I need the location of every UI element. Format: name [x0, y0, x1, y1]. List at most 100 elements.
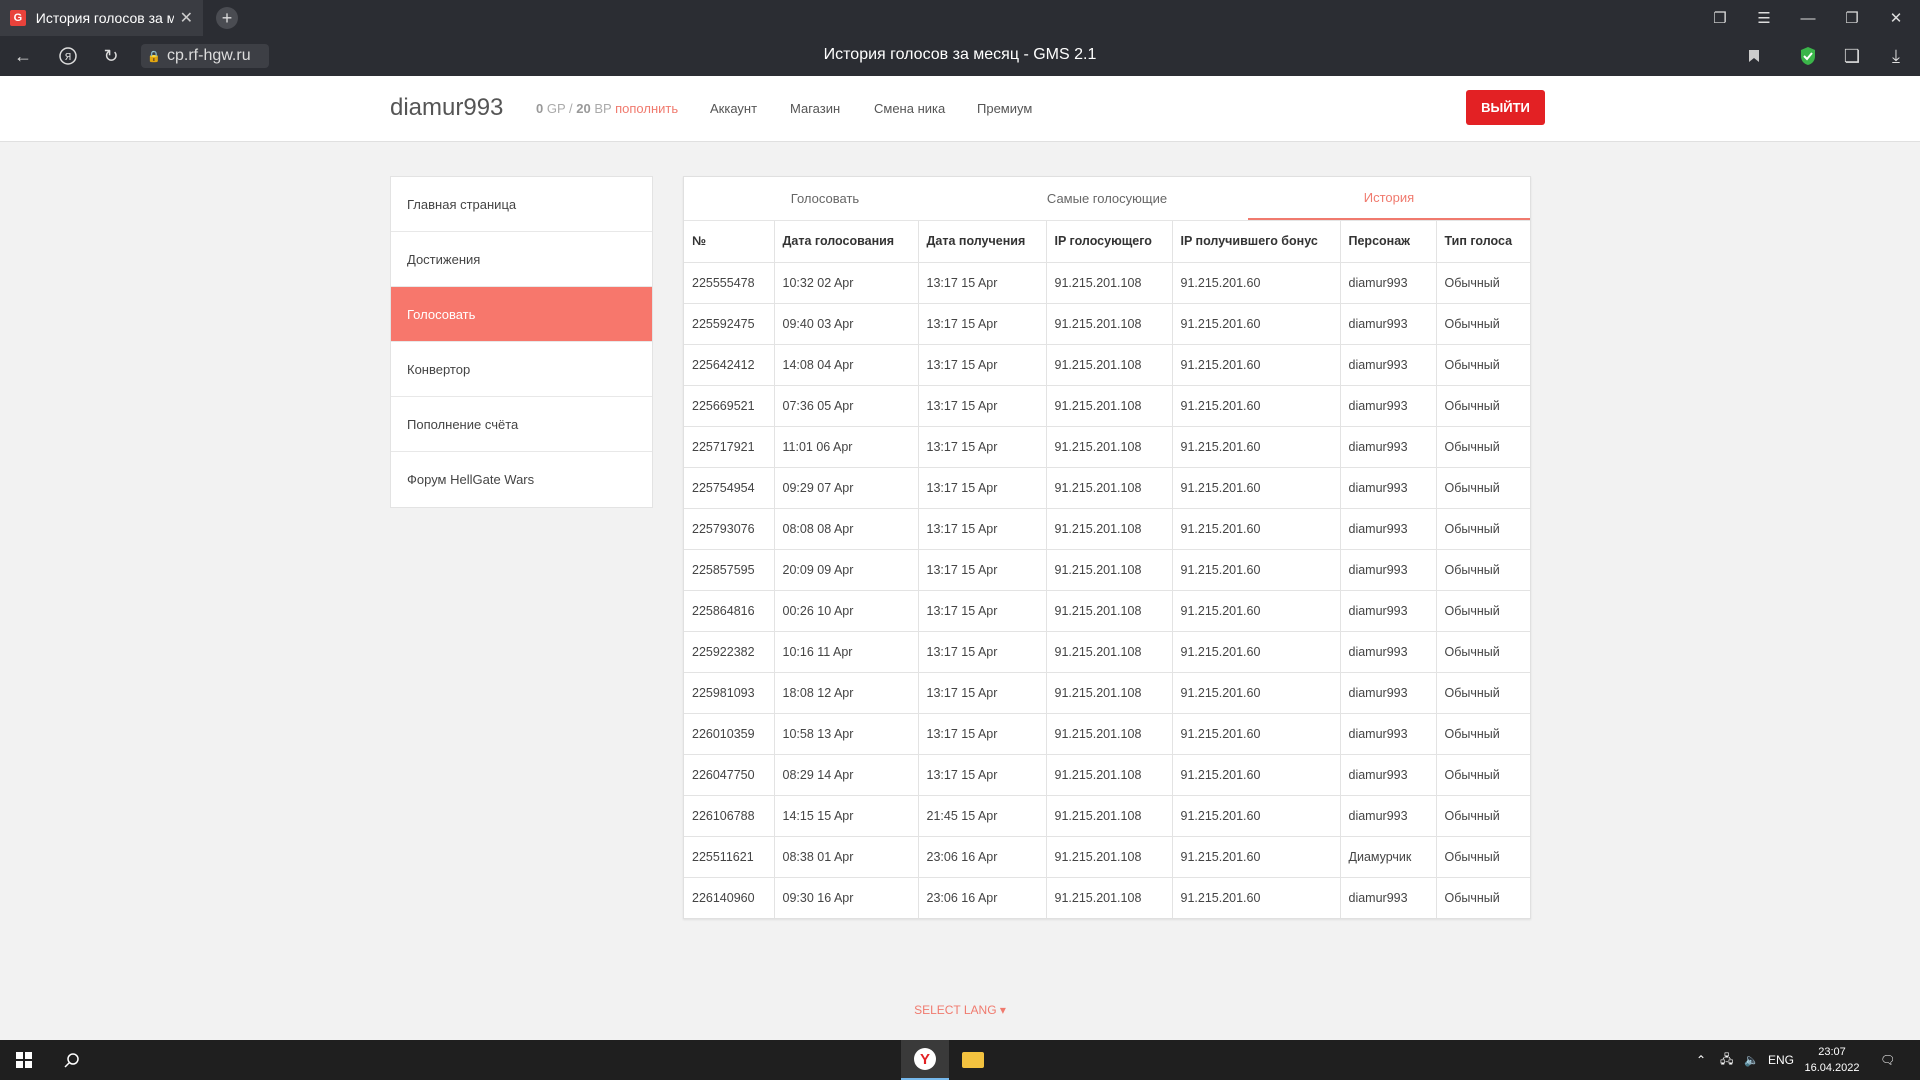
sidebar-item-vote[interactable]: Голосовать	[391, 287, 652, 342]
cell-number: 225511621	[684, 836, 775, 878]
caret-down-icon: ▾	[999, 1003, 1006, 1017]
cell-number: 226047750	[684, 754, 775, 796]
select-lang-dropdown[interactable]: SELECT LANG ▾	[0, 1003, 1920, 1017]
download-icon[interactable]: ⤓	[1884, 44, 1908, 68]
cell-number: 225922382	[684, 631, 775, 673]
nav-change-nick[interactable]: Смена ника	[874, 101, 945, 116]
bp-value: 20	[576, 101, 591, 116]
cell-number: 225642412	[684, 344, 775, 386]
cell-vote-date: 00:26 10 Apr	[774, 590, 919, 632]
bookmark-icon[interactable]	[1742, 44, 1766, 68]
cell-receive-date: 13:17 15 Apr	[918, 713, 1047, 755]
minimize-icon[interactable]: —	[1786, 0, 1830, 36]
table-row: 225555478 10:32 02 Apr 13:17 15 Apr 91.215.…	[684, 262, 1530, 304]
protect-shield-icon[interactable]	[1796, 44, 1820, 68]
cell-vote-type: Обычный	[1436, 631, 1530, 673]
site-header: diamur993 0 GP / 20 BP пополнить Аккаунт…	[0, 76, 1920, 142]
vote-history-panel: Голосовать Самые голосующие История № Да…	[683, 176, 1531, 919]
cell-receive-date: 13:17 15 Apr	[918, 754, 1047, 796]
file-explorer-icon[interactable]	[949, 1040, 997, 1080]
cell-receive-date: 23:06 16 Apr	[918, 877, 1047, 918]
cell-voter-ip: 91.215.201.108	[1046, 467, 1173, 509]
cell-character: diamur993	[1340, 262, 1437, 304]
cell-character: diamur993	[1340, 303, 1437, 345]
cell-voter-ip: 91.215.201.108	[1046, 590, 1173, 632]
yandex-browser-taskbar-icon[interactable]: Y	[901, 1040, 949, 1080]
tab-top-voters[interactable]: Самые голосующие	[966, 177, 1248, 220]
cell-character: Диамурчик	[1340, 836, 1437, 878]
tabs-menu-icon[interactable]: ❐	[1698, 0, 1742, 36]
cell-bonus-ip: 91.215.201.60	[1172, 631, 1341, 673]
cell-vote-type: Обычный	[1436, 672, 1530, 714]
search-icon[interactable]	[48, 1040, 96, 1080]
cell-receive-date: 13:17 15 Apr	[918, 590, 1047, 632]
nav-premium[interactable]: Премиум	[977, 101, 1032, 116]
table-row: 225754954 09:29 07 Apr 13:17 15 Apr 91.215.…	[684, 467, 1530, 509]
col-voter-ip: IP голосующего	[1046, 221, 1173, 263]
cell-character: diamur993	[1340, 877, 1437, 918]
collections-icon[interactable]: ❏	[1840, 44, 1864, 68]
sidebar: Главная страница Достижения Голосовать К…	[390, 176, 653, 508]
nav-account[interactable]: Аккаунт	[710, 101, 757, 116]
sidebar-item-converter[interactable]: Конвертор	[391, 342, 652, 397]
language-indicator[interactable]: ENG	[1768, 1040, 1794, 1080]
menu-icon[interactable]: ☰	[1742, 0, 1786, 36]
col-vote-type: Тип голоса	[1436, 221, 1530, 263]
browser-tab[interactable]: G История голосов за месяц - GMS 2.1 ✕	[0, 0, 203, 36]
table-row: 225592475 09:40 03 Apr 13:17 15 Apr 91.215.…	[684, 303, 1530, 345]
cell-vote-date: 11:01 06 Apr	[774, 426, 919, 468]
cell-voter-ip: 91.215.201.108	[1046, 508, 1173, 550]
system-clock[interactable]: 23:07 16.04.2022	[1797, 1044, 1867, 1076]
vote-history-table: № Дата голосования Дата получения IP гол…	[684, 221, 1530, 918]
cell-receive-date: 21:45 15 Apr	[918, 795, 1047, 837]
cell-vote-type: Обычный	[1436, 303, 1530, 345]
cell-character: diamur993	[1340, 344, 1437, 386]
notifications-icon[interactable]: 🗨	[1880, 1040, 1895, 1080]
cell-number: 225754954	[684, 467, 775, 509]
nav-shop[interactable]: Магазин	[790, 101, 840, 116]
sidebar-item-forum[interactable]: Форум HellGate Wars	[391, 452, 652, 507]
volume-icon[interactable]: 🔈	[1744, 1040, 1759, 1080]
clock-time: 23:07	[1818, 1046, 1846, 1058]
table-row: 226106788 14:15 15 Apr 21:45 15 Apr 91.215.…	[684, 795, 1530, 837]
cell-bonus-ip: 91.215.201.60	[1172, 426, 1341, 468]
cell-bonus-ip: 91.215.201.60	[1172, 508, 1341, 550]
cell-voter-ip: 91.215.201.108	[1046, 549, 1173, 591]
tray-chevron-icon[interactable]: ⌃	[1696, 1040, 1706, 1080]
table-row: 226010359 10:58 13 Apr 13:17 15 Apr 91.215.…	[684, 713, 1530, 755]
sidebar-item-achievements[interactable]: Достижения	[391, 232, 652, 287]
tab-vote[interactable]: Голосовать	[684, 177, 966, 220]
cell-receive-date: 23:06 16 Apr	[918, 836, 1047, 878]
tab-history[interactable]: История	[1248, 177, 1530, 220]
table-row: 225793076 08:08 08 Apr 13:17 15 Apr 91.215.…	[684, 508, 1530, 550]
new-tab-icon[interactable]: +	[216, 7, 238, 29]
cell-voter-ip: 91.215.201.108	[1046, 672, 1173, 714]
table-body: 225555478 10:32 02 Apr 13:17 15 Apr 91.215.…	[684, 262, 1530, 918]
cell-receive-date: 13:17 15 Apr	[918, 344, 1047, 386]
close-tab-icon[interactable]: ✕	[180, 8, 193, 28]
sidebar-item-home[interactable]: Главная страница	[391, 177, 652, 232]
cell-number: 225592475	[684, 303, 775, 345]
select-lang-label: SELECT LANG	[914, 1003, 997, 1017]
cell-number: 226010359	[684, 713, 775, 755]
col-number: №	[684, 221, 775, 263]
table-row: 225717921 11:01 06 Apr 13:17 15 Apr 91.215.…	[684, 426, 1530, 468]
cell-vote-date: 09:29 07 Apr	[774, 467, 919, 509]
cell-receive-date: 13:17 15 Apr	[918, 385, 1047, 427]
close-window-icon[interactable]: ✕	[1874, 0, 1918, 36]
network-icon[interactable]: 🖧	[1720, 1040, 1733, 1080]
cell-character: diamur993	[1340, 631, 1437, 673]
restore-icon[interactable]: ❐	[1830, 0, 1874, 36]
sidebar-item-topup[interactable]: Пополнение счёта	[391, 397, 652, 452]
topup-link[interactable]: пополнить	[615, 101, 678, 116]
clock-date: 16.04.2022	[1804, 1062, 1860, 1074]
cell-receive-date: 13:17 15 Apr	[918, 508, 1047, 550]
cell-vote-type: Обычный	[1436, 590, 1530, 632]
cell-vote-type: Обычный	[1444, 890, 1500, 905]
cell-character: diamur993	[1340, 713, 1437, 755]
cell-receive-date: 13:17 15 Apr	[918, 672, 1047, 714]
username: diamur993	[390, 94, 504, 121]
cell-vote-date: 08:29 14 Apr	[774, 754, 919, 796]
logout-button[interactable]: ВЫЙТИ	[1466, 90, 1545, 125]
windows-start-icon[interactable]	[0, 1040, 48, 1080]
